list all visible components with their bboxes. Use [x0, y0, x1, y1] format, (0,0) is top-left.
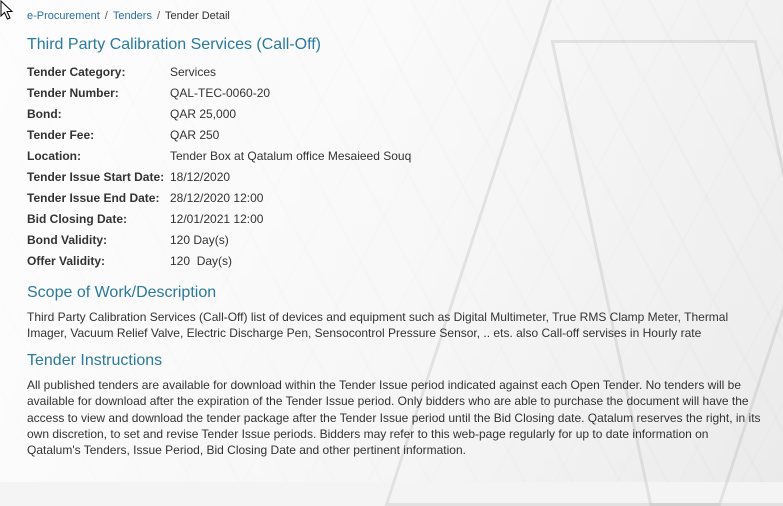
- detail-label: Tender Fee:: [27, 127, 95, 142]
- detail-label: Tender Issue End Date:: [27, 190, 160, 205]
- detail-label: Bond Validity:: [27, 232, 108, 247]
- detail-value: QAL-TEC-0060-20: [170, 85, 271, 100]
- detail-row-category: Tender Category: Services: [27, 61, 411, 82]
- instructions-text: All published tenders are available for …: [27, 378, 761, 458]
- page-title: Third Party Calibration Services (Call-O…: [27, 36, 322, 53]
- mouse-pointer-icon: [0, 0, 14, 20]
- detail-label: Tender Issue Start Date:: [27, 169, 165, 184]
- breadcrumb-current: Tender Detail: [165, 10, 230, 22]
- detail-row-offer-validity: Offer Validity: 120 Day(s): [27, 250, 411, 271]
- detail-row-location: Location: Tender Box at Qatalum office Me…: [27, 145, 411, 166]
- tender-detail-page: e-Procurement / Tenders / Tender Detail Thir…: [0, 0, 783, 482]
- detail-value: Services: [170, 64, 217, 79]
- detail-value: 120 Day(s): [170, 253, 233, 268]
- detail-row-fee: Tender Fee: QAR 250: [27, 124, 411, 145]
- instructions-heading: Tender Instructions: [27, 352, 163, 369]
- detail-row-bond-validity: Bond Validity: 120 Day(s): [27, 229, 411, 250]
- detail-value: 28/12/2020 12:00: [170, 190, 264, 205]
- breadcrumb-separator: /: [104, 10, 108, 22]
- detail-label: Bond:: [27, 106, 62, 121]
- breadcrumb-link-e-procurement[interactable]: e-Procurement: [27, 10, 100, 22]
- tender-details: Tender Category: Services Tender Number: Q…: [27, 61, 411, 271]
- detail-label: Location:: [27, 148, 81, 163]
- detail-row-bond: Bond: QAR 25,000: [27, 103, 411, 124]
- detail-row-issue-end: Tender Issue End Date: 28/12/2020 12:00: [27, 187, 411, 208]
- detail-row-number: Tender Number: QAL-TEC-0060-20: [27, 82, 411, 103]
- detail-label: Bid Closing Date:: [27, 211, 128, 226]
- detail-value: QAR 25,000: [170, 106, 237, 121]
- breadcrumb-separator: /: [156, 10, 161, 22]
- detail-value: 120 Day(s): [170, 232, 229, 247]
- detail-label: Tender Number:: [27, 85, 119, 100]
- scope-description: Third Party Calibration Services (Call-O…: [27, 310, 729, 341]
- breadcrumb-link-tenders[interactable]: Tenders: [113, 10, 152, 22]
- detail-row-issue-start: Tender Issue Start Date: 18/12/2020: [27, 166, 411, 187]
- detail-label: Offer Validity:: [27, 253, 106, 268]
- detail-value: 18/12/2020: [170, 169, 231, 184]
- detail-value: 12/01/2021 12:00: [170, 211, 264, 226]
- detail-value: Tender Box at Qatalum office Mesaieed So…: [170, 148, 412, 163]
- scope-heading: Scope of Work/Description: [27, 284, 217, 301]
- detail-label: Tender Category:: [27, 64, 126, 79]
- detail-value: QAR 250: [170, 127, 220, 142]
- breadcrumb: e-Procurement / Tenders / Tender Detail: [27, 10, 230, 22]
- detail-row-bid-closing: Bid Closing Date: 12/01/2021 12:00: [27, 208, 411, 229]
